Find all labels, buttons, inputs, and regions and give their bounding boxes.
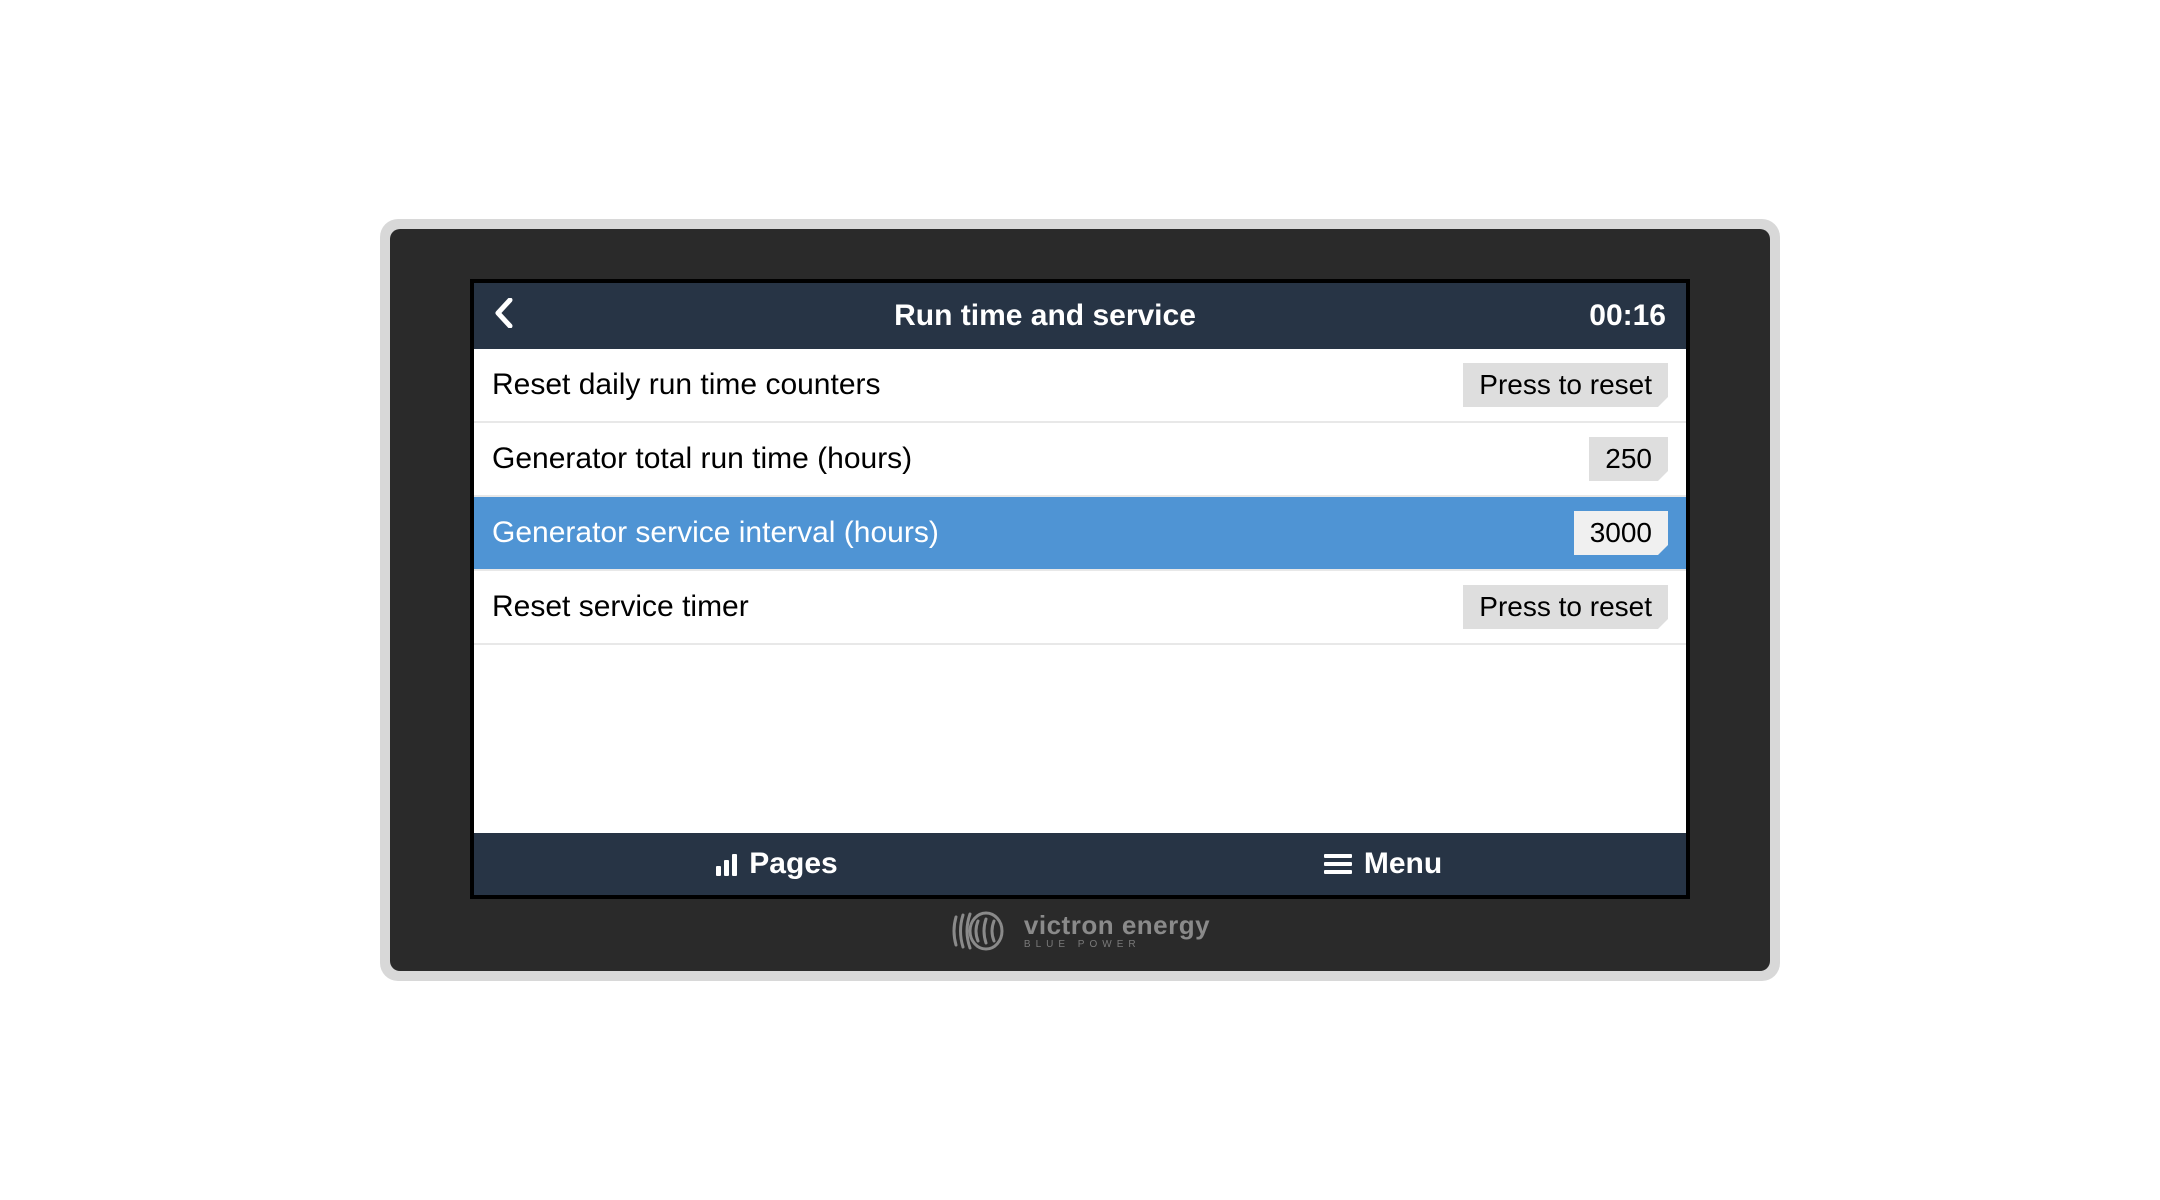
device-bezel: Run time and service 00:16 Reset daily r…: [390, 229, 1770, 971]
row-label: Generator total run time (hours): [492, 442, 912, 476]
row-value-button[interactable]: Press to reset: [1463, 585, 1668, 629]
clock: 00:16: [1546, 299, 1666, 333]
row-label: Reset daily run time counters: [492, 368, 881, 402]
row-value[interactable]: 3000: [1574, 511, 1668, 555]
device-frame: Run time and service 00:16 Reset daily r…: [380, 219, 1780, 981]
bars-icon: [716, 852, 737, 876]
pages-button[interactable]: Pages: [474, 833, 1080, 895]
back-button[interactable]: [494, 295, 544, 337]
page-title: Run time and service: [544, 299, 1546, 333]
brand-tagline: BLUE POWER: [1024, 940, 1210, 950]
menu-label: Menu: [1364, 847, 1442, 881]
settings-list: Reset daily run time counters Press to r…: [474, 349, 1686, 833]
footer-bar: Pages Menu: [474, 833, 1686, 895]
brand-logo-icon: [950, 909, 1010, 953]
row-reset-daily[interactable]: Reset daily run time counters Press to r…: [474, 349, 1686, 423]
header-bar: Run time and service 00:16: [474, 283, 1686, 349]
brand-area: victron energy BLUE POWER: [470, 899, 1690, 959]
row-value-button[interactable]: Press to reset: [1463, 363, 1668, 407]
row-label: Reset service timer: [492, 590, 749, 624]
chevron-left-icon: [494, 298, 516, 328]
screen: Run time and service 00:16 Reset daily r…: [470, 279, 1690, 899]
row-value[interactable]: 250: [1589, 437, 1668, 481]
row-label: Generator service interval (hours): [492, 516, 939, 550]
brand-text: victron energy BLUE POWER: [1024, 912, 1210, 950]
brand-name: victron energy: [1024, 912, 1210, 938]
row-reset-service[interactable]: Reset service timer Press to reset: [474, 571, 1686, 645]
menu-button[interactable]: Menu: [1080, 833, 1686, 895]
pages-label: Pages: [749, 847, 837, 881]
row-service-interval[interactable]: Generator service interval (hours) 3000: [474, 497, 1686, 571]
hamburger-icon: [1324, 854, 1352, 874]
row-total-runtime[interactable]: Generator total run time (hours) 250: [474, 423, 1686, 497]
